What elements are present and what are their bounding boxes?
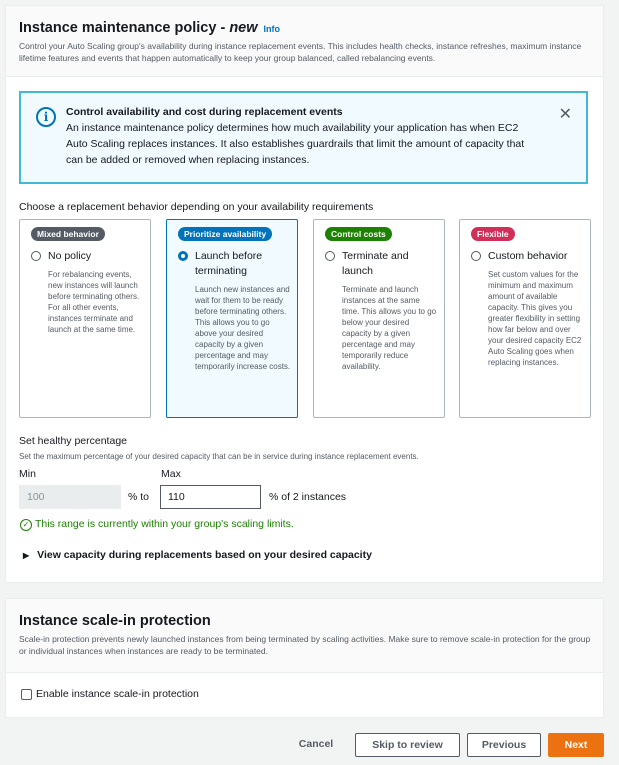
range-status-text: This range is currently within your grou… [35, 518, 294, 530]
option-description: Terminate and launch instances at the sa… [342, 285, 437, 371]
maintenance-policy-description: Control your Auto Scaling group's availa… [19, 41, 582, 63]
expander-label: View capacity during replacements based … [37, 549, 372, 561]
healthy-percentage-description: Set the maximum percentage of your desir… [19, 452, 419, 461]
scale-in-protection-checkbox[interactable] [21, 689, 32, 700]
radio-no-policy[interactable] [31, 251, 41, 261]
radio-terminate-and-launch[interactable] [325, 251, 335, 261]
maintenance-policy-title: Instance maintenance policy - new Info [19, 20, 280, 36]
option-badge: Mixed behavior [31, 227, 105, 241]
info-link[interactable]: Info [264, 24, 281, 34]
min-label: Min [19, 468, 36, 480]
check-circle-icon: ✓ [20, 519, 32, 531]
close-icon[interactable]: ✕ [559, 104, 572, 124]
option-description: For rebalancing events, new instances wi… [48, 270, 140, 334]
alert-title: Control availability and cost during rep… [66, 106, 343, 118]
max-percentage-input[interactable]: 110 [160, 485, 261, 509]
option-badge: Control costs [325, 227, 392, 241]
option-description: Launch new instances and wait for them t… [195, 285, 291, 371]
option-title: Terminate and launch [342, 250, 409, 277]
previous-button[interactable]: Previous [467, 733, 541, 757]
scale-in-protection-checkbox-label[interactable]: Enable instance scale-in protection [36, 688, 199, 700]
info-alert: i Control availability and cost during r… [19, 91, 588, 184]
option-title: No policy [48, 250, 92, 262]
next-button[interactable]: Next [548, 733, 604, 757]
option-badge: Flexible [471, 227, 515, 241]
scale-in-protection-description: Scale-in protection prevents newly launc… [19, 634, 591, 656]
replacement-behavior-label: Choose a replacement behavior depending … [19, 201, 374, 213]
radio-custom-behavior[interactable] [471, 251, 481, 261]
max-label: Max [161, 468, 181, 480]
capacity-expander[interactable]: ▶ View capacity during replacements based… [23, 549, 372, 561]
healthy-percentage-label: Set healthy percentage [19, 435, 127, 447]
scale-in-protection-header: Instance scale-in protection Scale-in pr… [6, 599, 603, 673]
caret-right-icon: ▶ [23, 551, 30, 560]
radio-launch-before-terminating[interactable] [178, 251, 188, 261]
scale-in-protection-panel: Instance scale-in protection Scale-in pr… [5, 598, 604, 718]
option-title: Launch before terminating [195, 250, 263, 277]
option-card-launch-before-terminating[interactable]: Prioritize availability Launch before te… [166, 219, 298, 418]
alert-body: An instance maintenance policy determine… [66, 122, 525, 166]
option-badge: Prioritize availability [178, 227, 273, 241]
to-text: % to [128, 491, 150, 503]
option-card-custom-behavior[interactable]: Flexible Custom behavior Set custom valu… [459, 219, 591, 418]
title-new-tag: new [229, 20, 258, 36]
title-text: Instance maintenance policy - [19, 20, 230, 36]
skip-to-review-button[interactable]: Skip to review [355, 733, 460, 757]
of-instances-text: % of 2 instances [269, 491, 347, 503]
option-description: Set custom values for the minimum and ma… [488, 270, 582, 367]
maintenance-policy-header: Instance maintenance policy - new Info Co… [6, 6, 603, 77]
maintenance-policy-panel: Instance maintenance policy - new Info Co… [5, 5, 604, 583]
cancel-button[interactable]: Cancel [287, 733, 345, 757]
min-percentage-input: 100 [19, 485, 121, 509]
info-icon: i [36, 107, 56, 127]
scale-in-protection-title: Instance scale-in protection [19, 613, 211, 629]
option-card-terminate-and-launch[interactable]: Control costs Terminate and launch Termi… [313, 219, 445, 418]
option-card-no-policy[interactable]: Mixed behavior No policy For rebalancing… [19, 219, 151, 418]
option-title: Custom behavior [488, 250, 568, 262]
